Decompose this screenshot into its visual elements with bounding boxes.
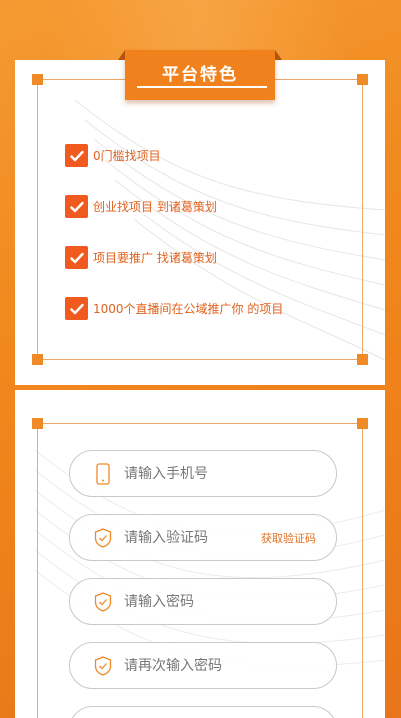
phone-field[interactable] (69, 450, 337, 497)
confirm-password-field[interactable] (69, 642, 337, 689)
checkmark-icon (65, 144, 88, 167)
features-card: 0门槛找项目 创业找项目 到诸葛策划 项目要推广 找诸葛策划 1000个直播间在… (15, 60, 385, 385)
shield-icon (92, 590, 114, 614)
feature-text: 项目要推广 找诸葛策划 (93, 251, 217, 265)
section-title: 平台特色 (162, 64, 238, 85)
corner-marker (357, 74, 368, 85)
feature-item: 0门槛找项目 (65, 144, 161, 167)
feature-item: 1000个直播间在公域推广你 的项目 (65, 297, 283, 320)
ribbon-fold-right (275, 50, 282, 60)
feature-text: 1000个直播间在公域推广你 的项目 (93, 302, 284, 316)
registration-card: 获取验证码 (15, 390, 385, 718)
title-underline (137, 86, 267, 88)
feature-text: 创业找项目 到诸葛策划 (93, 200, 217, 214)
checkmark-icon (65, 246, 88, 269)
section-title-tab: 平台特色 (118, 50, 282, 100)
corner-marker (357, 354, 368, 365)
corner-marker (32, 418, 43, 429)
checkmark-icon (65, 297, 88, 320)
checkmark-icon (65, 195, 88, 218)
code-input[interactable] (124, 529, 254, 546)
password-field[interactable] (69, 578, 337, 625)
next-field-partial[interactable] (69, 706, 337, 718)
corner-marker (357, 418, 368, 429)
get-code-button[interactable]: 获取验证码 (261, 530, 316, 546)
phone-icon (92, 462, 114, 486)
ribbon-fold-left (118, 50, 125, 60)
shield-icon (92, 526, 114, 550)
feature-item: 项目要推广 找诸葛策划 (65, 246, 217, 269)
feature-text: 0门槛找项目 (93, 149, 161, 163)
corner-marker (32, 74, 43, 85)
corner-marker (32, 354, 43, 365)
shield-icon (92, 654, 114, 678)
code-field[interactable]: 获取验证码 (69, 514, 337, 561)
phone-input[interactable] (124, 465, 254, 482)
confirm-password-input[interactable] (124, 657, 254, 674)
feature-item: 创业找项目 到诸葛策划 (65, 195, 217, 218)
password-input[interactable] (124, 593, 254, 610)
